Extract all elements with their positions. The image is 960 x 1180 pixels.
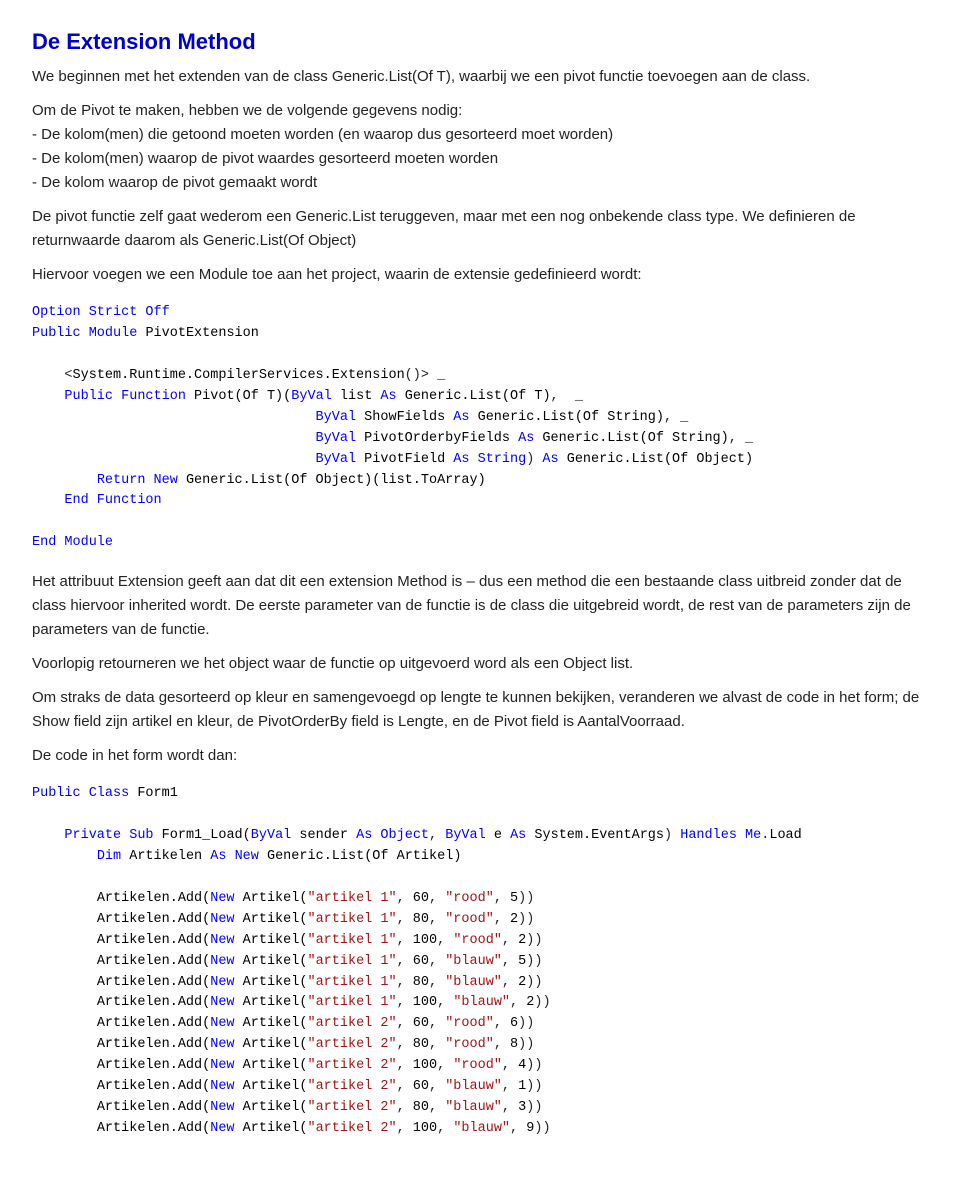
paragraph-1: We beginnen met het extenden van de clas…: [32, 65, 928, 89]
paragraph-4: Hiervoor voegen we een Module toe aan he…: [32, 263, 928, 287]
paragraph-6: Voorlopig retourneren we het object waar…: [32, 652, 928, 676]
paragraph-2: Om de Pivot te maken, hebben we de volge…: [32, 99, 928, 195]
code-block-1: Option Strict Off Public Module PivotExt…: [32, 297, 928, 560]
paragraph-3: De pivot functie zelf gaat wederom een G…: [32, 205, 928, 253]
paragraph-8: De code in het form wordt dan:: [32, 744, 928, 768]
paragraph-7: Om straks de data gesorteerd op kleur en…: [32, 686, 928, 734]
code-block-2: Public Class Form1 Private Sub Form1_Loa…: [32, 778, 928, 1146]
paragraph-5: Het attribuut Extension geeft aan dat di…: [32, 570, 928, 642]
page-title: De Extension Method: [32, 24, 928, 59]
